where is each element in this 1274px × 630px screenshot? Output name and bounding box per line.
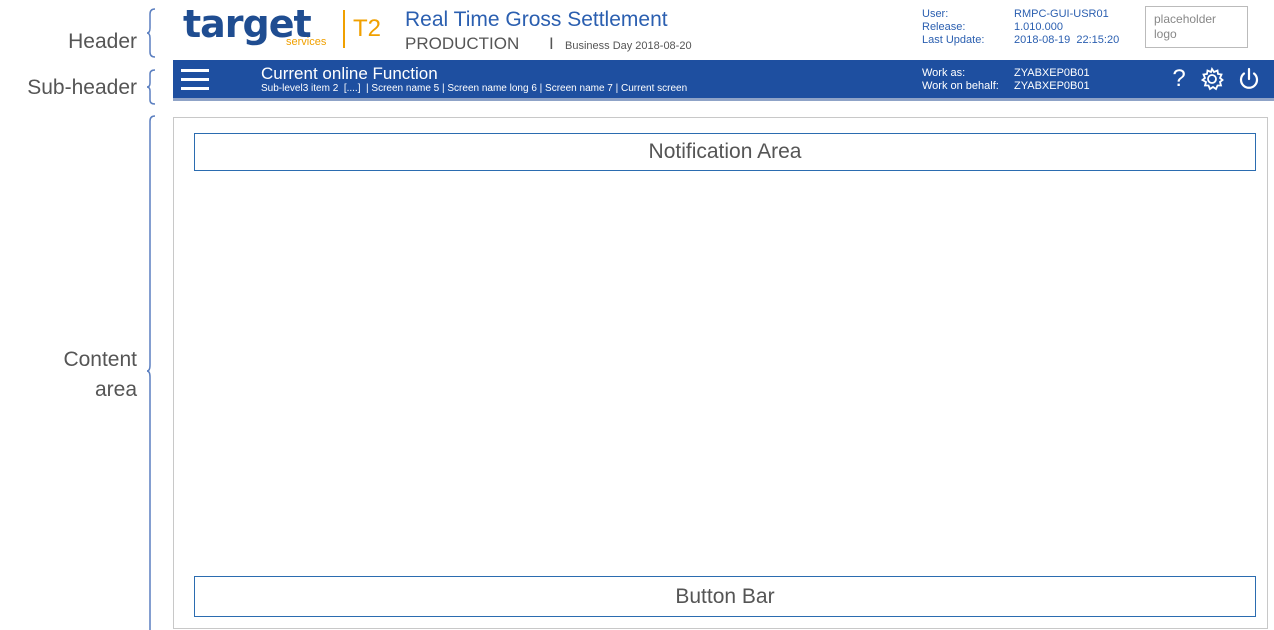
placeholder-logo-line2: logo bbox=[1154, 27, 1177, 41]
button-bar: Button Bar bbox=[194, 576, 1256, 617]
work-info: Work as: ZYABXEP0B01 Work on behalf: ZYABX… bbox=[922, 67, 1090, 93]
environment-label: PRODUCTION bbox=[405, 34, 520, 53]
last-update-label: Last Update: bbox=[922, 34, 985, 46]
work-on-behalf-value: ZYABXEP0B01 bbox=[1014, 80, 1090, 92]
content-bracket bbox=[147, 115, 156, 630]
header-annotation: Header bbox=[68, 30, 137, 53]
notification-area: Notification Area bbox=[194, 133, 1256, 171]
subheader-annotation: Sub-header bbox=[27, 76, 137, 99]
menu-icon[interactable] bbox=[181, 67, 209, 91]
help-icon[interactable]: ? bbox=[1166, 66, 1192, 92]
breadcrumb: Sub-level3 item 2 [....] | Screen name 5… bbox=[261, 83, 688, 94]
content-area: Notification Area Button Bar bbox=[173, 117, 1268, 629]
release-value: 1.010.000 bbox=[1014, 21, 1063, 33]
user-value: RMPC-GUI-USR01 bbox=[1014, 8, 1109, 20]
business-day: Business Day 2018-08-20 bbox=[565, 40, 692, 52]
current-function-title: Current online Function bbox=[261, 64, 438, 83]
user-info: User: RMPC-GUI-USR01 Release: 1.010.000 La… bbox=[922, 8, 1119, 47]
header-bracket bbox=[147, 8, 156, 58]
environment-separator: I bbox=[549, 34, 554, 53]
settings-icon[interactable] bbox=[1199, 66, 1225, 92]
work-on-behalf-label: Work on behalf: bbox=[922, 80, 999, 92]
content-annotation-line2: area bbox=[94, 378, 137, 401]
t2-logo: T2 bbox=[353, 15, 382, 42]
header: target services T2 Real Time Gross Settl… bbox=[173, 0, 1274, 58]
subheader-bracket bbox=[147, 69, 156, 105]
placeholder-logo: placeholder logo bbox=[1145, 6, 1248, 48]
target-logo-services: services bbox=[286, 36, 327, 48]
last-update-value: 2018-08-19 22:15:20 bbox=[1014, 34, 1120, 46]
work-as-label: Work as: bbox=[922, 67, 966, 79]
content-annotation-line1: Content bbox=[63, 348, 137, 371]
work-as-value: ZYABXEP0B01 bbox=[1014, 67, 1090, 79]
user-label: User: bbox=[922, 8, 949, 20]
placeholder-logo-line1: placeholder bbox=[1154, 12, 1217, 26]
release-label: Release: bbox=[922, 21, 966, 33]
subheader: Current online Function Sub-level3 item … bbox=[173, 60, 1274, 101]
app-title: Real Time Gross Settlement bbox=[405, 8, 668, 31]
logo-divider bbox=[343, 10, 345, 48]
power-icon[interactable] bbox=[1236, 66, 1262, 92]
